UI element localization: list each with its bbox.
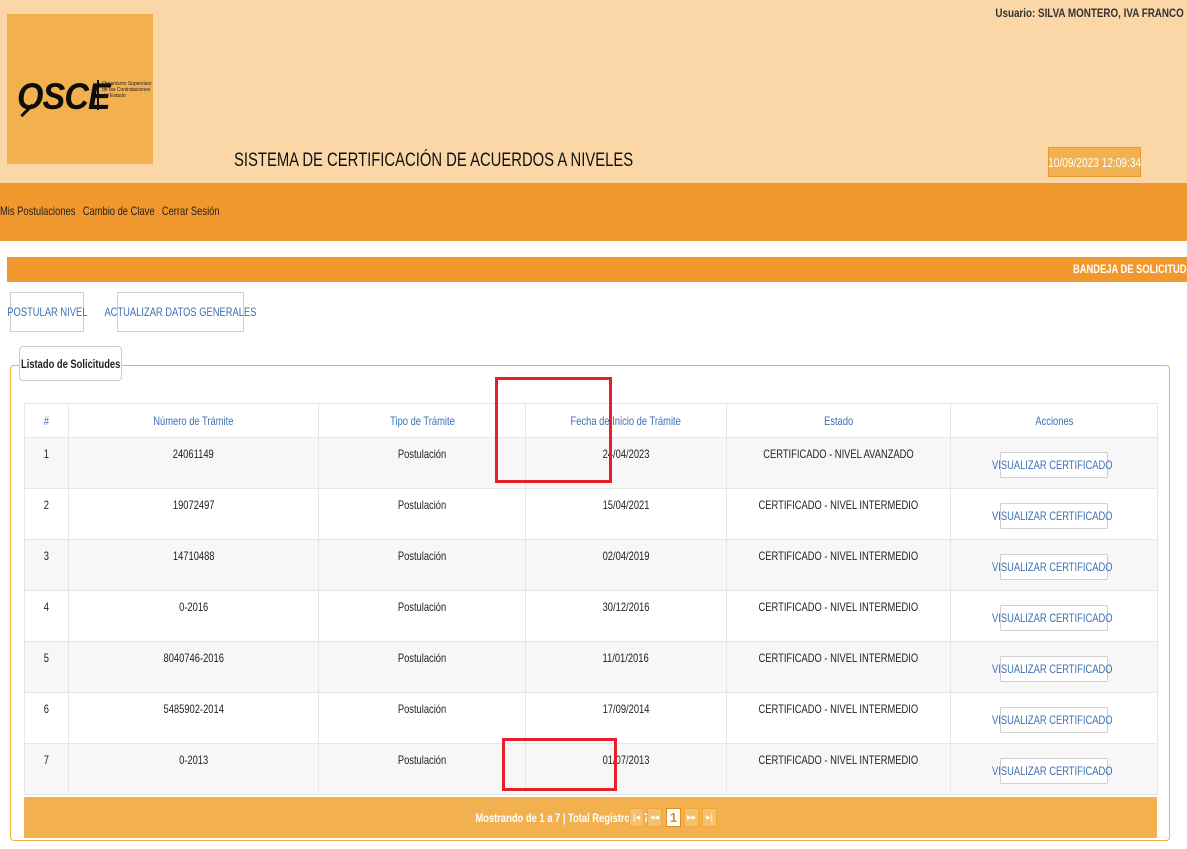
- cell-numero: 19072497: [68, 488, 319, 540]
- cell-acciones: VISUALIZAR CERTIFICADO: [950, 743, 1158, 795]
- nav-cambio-clave[interactable]: Cambio de Clave: [83, 204, 155, 218]
- tab-label: Listado de Solicitudes: [20, 356, 121, 371]
- table-row: 4 0-2016 Postulación 30/12/2016 CERTIFIC…: [24, 590, 1158, 642]
- section-title: BANDEJA DE SOLICITUD: [1073, 262, 1187, 276]
- cell-fecha: 30/12/2016: [525, 590, 727, 642]
- cell-tipo: Postulación: [318, 437, 526, 489]
- pager-last-button[interactable]: ▸|: [702, 808, 717, 827]
- visualizar-certificado-button[interactable]: VISUALIZAR CERTIFICADO: [992, 707, 1112, 733]
- cell-fecha: 01/07/2013: [525, 743, 727, 795]
- pager-page-current[interactable]: 1: [666, 808, 681, 827]
- visualizar-certificado-button[interactable]: VISUALIZAR CERTIFICADO: [992, 758, 1112, 784]
- records-summary: Mostrando de 1 a 7 | Total Registros : 7: [475, 811, 649, 825]
- cell-estado: CERTIFICADO - NIVEL INTERMEDIO: [726, 539, 951, 591]
- cell-estado: CERTIFICADO - NIVEL AVANZADO: [726, 437, 951, 489]
- table-header-row: # Número de Trámite Tipo de Trámite Fech…: [24, 403, 1158, 438]
- cell-numero: 0-2016: [68, 590, 319, 642]
- visualizar-certificado-button[interactable]: VISUALIZAR CERTIFICADO: [992, 605, 1112, 631]
- cell-index: 4: [24, 590, 69, 642]
- postular-nivel-button[interactable]: POSTULAR NIVEL: [6, 292, 88, 332]
- actualizar-datos-label: ACTUALIZAR DATOS GENERALES: [104, 305, 257, 319]
- cell-tipo: Postulación: [318, 590, 526, 642]
- visualizar-certificado-button[interactable]: VISUALIZAR CERTIFICADO: [992, 554, 1112, 580]
- datetime-text: 10/09/2023 12:09:34: [1047, 154, 1142, 170]
- cell-index: 3: [24, 539, 69, 591]
- cell-index: 6: [24, 692, 69, 744]
- solicitudes-table: # Número de Trámite Tipo de Trámite Fech…: [24, 403, 1158, 795]
- header: OSCE Organismo Supervisor de las Contrat…: [0, 0, 1187, 183]
- cell-index: 7: [24, 743, 69, 795]
- pager-prev-button[interactable]: ◂◂: [647, 808, 662, 827]
- actualizar-datos-button[interactable]: ACTUALIZAR DATOS GENERALES: [104, 292, 257, 332]
- pager-first-button[interactable]: |◂: [629, 808, 644, 827]
- cell-estado: CERTIFICADO - NIVEL INTERMEDIO: [726, 641, 951, 693]
- section-band: BANDEJA DE SOLICITUD: [7, 257, 1187, 282]
- cell-acciones: VISUALIZAR CERTIFICADO: [950, 590, 1158, 642]
- cell-estado: CERTIFICADO - NIVEL INTERMEDIO: [726, 590, 951, 642]
- pager-next-button[interactable]: ▸▸: [684, 808, 699, 827]
- cell-estado: CERTIFICADO - NIVEL INTERMEDIO: [726, 488, 951, 540]
- cell-numero: 14710488: [68, 539, 319, 591]
- cell-estado: CERTIFICADO - NIVEL INTERMEDIO: [726, 692, 951, 744]
- table-row: 2 19072497 Postulación 15/04/2021 CERTIF…: [24, 488, 1158, 540]
- cell-numero: 24061149: [68, 437, 319, 489]
- cell-numero: 5485902-2014: [68, 692, 319, 744]
- cell-estado: CERTIFICADO - NIVEL INTERMEDIO: [726, 743, 951, 795]
- table-footer: Mostrando de 1 a 7 | Total Registros : 7…: [24, 797, 1157, 838]
- table-row: 6 5485902-2014 Postulación 17/09/2014 CE…: [24, 692, 1158, 744]
- cell-index: 1: [24, 437, 69, 489]
- col-header-acciones: Acciones: [950, 403, 1158, 438]
- cell-acciones: VISUALIZAR CERTIFICADO: [950, 437, 1158, 489]
- user-label: Usuario: SILVA MONTERO, IVA FRANCO: [995, 6, 1184, 20]
- table-row: 7 0-2013 Postulación 01/07/2013 CERTIFIC…: [24, 743, 1158, 795]
- cell-acciones: VISUALIZAR CERTIFICADO: [950, 641, 1158, 693]
- cell-fecha: 17/09/2014: [525, 692, 727, 744]
- logo-subtitle: Organismo Supervisor de las Contratacion…: [102, 81, 152, 99]
- cell-numero: 0-2013: [68, 743, 319, 795]
- visualizar-certificado-button[interactable]: VISUALIZAR CERTIFICADO: [992, 656, 1112, 682]
- cell-tipo: Postulación: [318, 692, 526, 744]
- cell-acciones: VISUALIZAR CERTIFICADO: [950, 692, 1158, 744]
- cell-fecha: 11/01/2016: [525, 641, 727, 693]
- cell-numero: 8040746-2016: [68, 641, 319, 693]
- cell-index: 5: [24, 641, 69, 693]
- logo-separator: [97, 80, 99, 110]
- nav-items: Mis Postulaciones Cambio de Clave Cerrar…: [0, 204, 224, 218]
- nav-cerrar-sesion[interactable]: Cerrar Sesión: [162, 204, 220, 218]
- postular-nivel-label: POSTULAR NIVEL: [6, 305, 88, 319]
- logo-text: OSCE: [17, 76, 111, 117]
- col-header-tipo[interactable]: Tipo de Trámite: [318, 403, 526, 438]
- cell-tipo: Postulación: [318, 743, 526, 795]
- visualizar-certificado-button[interactable]: VISUALIZAR CERTIFICADO: [992, 452, 1112, 478]
- col-header-index[interactable]: #: [24, 403, 69, 438]
- cell-fecha: 02/04/2019: [525, 539, 727, 591]
- table-row: 5 8040746-2016 Postulación 11/01/2016 CE…: [24, 641, 1158, 693]
- datetime-badge: 10/09/2023 12:09:34: [1048, 147, 1141, 177]
- cell-acciones: VISUALIZAR CERTIFICADO: [950, 488, 1158, 540]
- cell-fecha: 24/04/2023: [525, 437, 727, 489]
- nav-mis-postulaciones[interactable]: Mis Postulaciones: [0, 204, 75, 218]
- cell-tipo: Postulación: [318, 539, 526, 591]
- main-nav: Mis Postulaciones Cambio de Clave Cerrar…: [0, 183, 1187, 241]
- osce-logo: OSCE Organismo Supervisor de las Contrat…: [7, 14, 153, 164]
- cell-tipo: Postulación: [318, 641, 526, 693]
- visualizar-certificado-button[interactable]: VISUALIZAR CERTIFICADO: [992, 503, 1112, 529]
- cell-index: 2: [24, 488, 69, 540]
- col-header-fecha[interactable]: Fecha de Inicio de Trámite: [525, 403, 727, 438]
- cell-acciones: VISUALIZAR CERTIFICADO: [950, 539, 1158, 591]
- col-header-numero[interactable]: Número de Trámite: [68, 403, 319, 438]
- table-row: 1 24061149 Postulación 24/04/2023 CERTIF…: [24, 437, 1158, 489]
- table-row: 3 14710488 Postulación 02/04/2019 CERTIF…: [24, 539, 1158, 591]
- col-header-estado[interactable]: Estado: [726, 403, 951, 438]
- cell-fecha: 15/04/2021: [525, 488, 727, 540]
- cell-tipo: Postulación: [318, 488, 526, 540]
- tab-listado-solicitudes[interactable]: Listado de Solicitudes: [19, 346, 122, 381]
- system-title: SISTEMA DE CERTIFICACIÓN DE ACUERDOS A N…: [234, 150, 634, 171]
